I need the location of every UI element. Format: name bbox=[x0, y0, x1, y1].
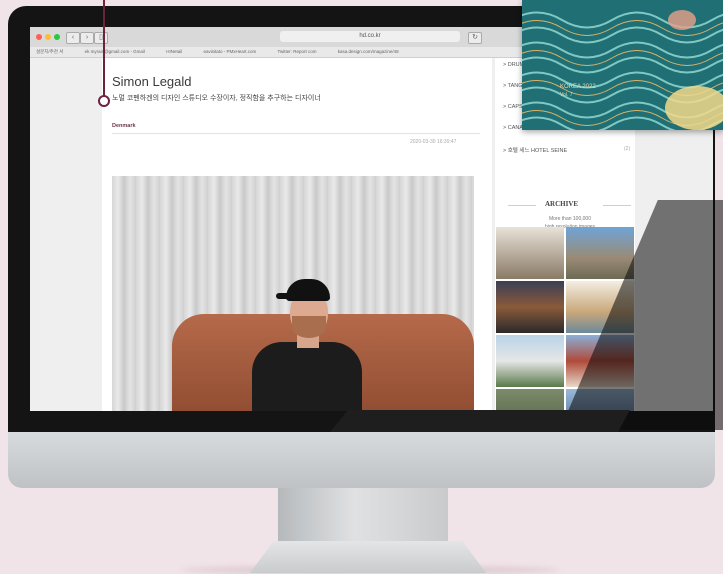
archive-rule-right bbox=[603, 205, 631, 206]
bookmark-item[interactable]: ek myrain@gmail.com - Gmail bbox=[85, 49, 145, 54]
bookmark-item[interactable]: Twitter: Report com bbox=[278, 49, 317, 54]
close-dot-icon[interactable] bbox=[36, 34, 42, 40]
magazine-cover-inset: KOREA 2022 Vol. 7 bbox=[522, 0, 723, 130]
article-photo bbox=[112, 176, 474, 411]
wave-pattern-illustration bbox=[522, 0, 723, 130]
archive-text-line1: More than 100,000 bbox=[549, 216, 591, 222]
bookmark-item[interactable]: 설문지/추천 서 bbox=[36, 49, 63, 54]
article-date: 2020-03-30 16:39:47 bbox=[410, 139, 457, 145]
divider bbox=[112, 133, 480, 134]
maximize-dot-icon[interactable] bbox=[54, 34, 60, 40]
archive-rule-left bbox=[508, 205, 536, 206]
archive-thumbnail[interactable] bbox=[496, 281, 564, 333]
bookmark-item[interactable]: HINetail bbox=[166, 49, 182, 54]
archive-thumbnail[interactable] bbox=[566, 227, 634, 279]
back-icon[interactable]: ‹ bbox=[66, 32, 80, 44]
monitor-chin bbox=[8, 430, 715, 488]
monitor-stand-foot bbox=[250, 541, 486, 573]
archive-thumbnail[interactable] bbox=[496, 389, 564, 411]
sidebar-link[interactable]: > CAPS bbox=[503, 104, 523, 110]
sidebar-link[interactable]: > CANA bbox=[503, 125, 523, 131]
callout-line bbox=[103, 0, 105, 96]
callout-dot-icon bbox=[98, 95, 110, 107]
minimize-dot-icon[interactable] bbox=[45, 34, 51, 40]
inset-caption-line1: KOREA 2022 bbox=[560, 84, 596, 90]
person-beard-shape bbox=[292, 316, 326, 338]
address-bar[interactable]: hd.co.kr bbox=[280, 31, 460, 42]
sidebar-link-hotel-seine[interactable]: > 호텔 세느 HOTEL SEINE bbox=[503, 146, 567, 154]
sidebar-link[interactable]: > TANG bbox=[503, 83, 523, 89]
sidebar-link-count: (2) bbox=[624, 146, 631, 152]
article-title: Simon Legald bbox=[112, 74, 192, 89]
screen-bottom-glare bbox=[330, 410, 630, 432]
inset-caption-line2: Vol. 7 bbox=[560, 92, 573, 98]
person-cap-brim-shape bbox=[276, 293, 298, 299]
bookmark-item[interactable]: eavisitato - PMxHeart.com bbox=[203, 49, 256, 54]
forward-icon[interactable]: › bbox=[80, 32, 94, 44]
reload-icon[interactable]: ↻ bbox=[468, 32, 482, 44]
sidebar-icon[interactable]: ▯ bbox=[94, 32, 108, 44]
archive-title: ARCHIVE bbox=[545, 200, 579, 208]
bookmark-item[interactable]: kasa.design.com/magazine/48 bbox=[338, 49, 399, 54]
article-category[interactable]: Denmark bbox=[112, 123, 136, 129]
monitor-stand-neck bbox=[278, 487, 448, 543]
archive-thumbnail[interactable] bbox=[496, 335, 564, 387]
archive-thumbnail[interactable] bbox=[496, 227, 564, 279]
article-subtitle: 노멀 코펜하겐의 디자인 스튜디오 수장이자, 정직함을 추구하는 디자이너 bbox=[112, 95, 321, 102]
person-body-shape bbox=[252, 342, 362, 411]
